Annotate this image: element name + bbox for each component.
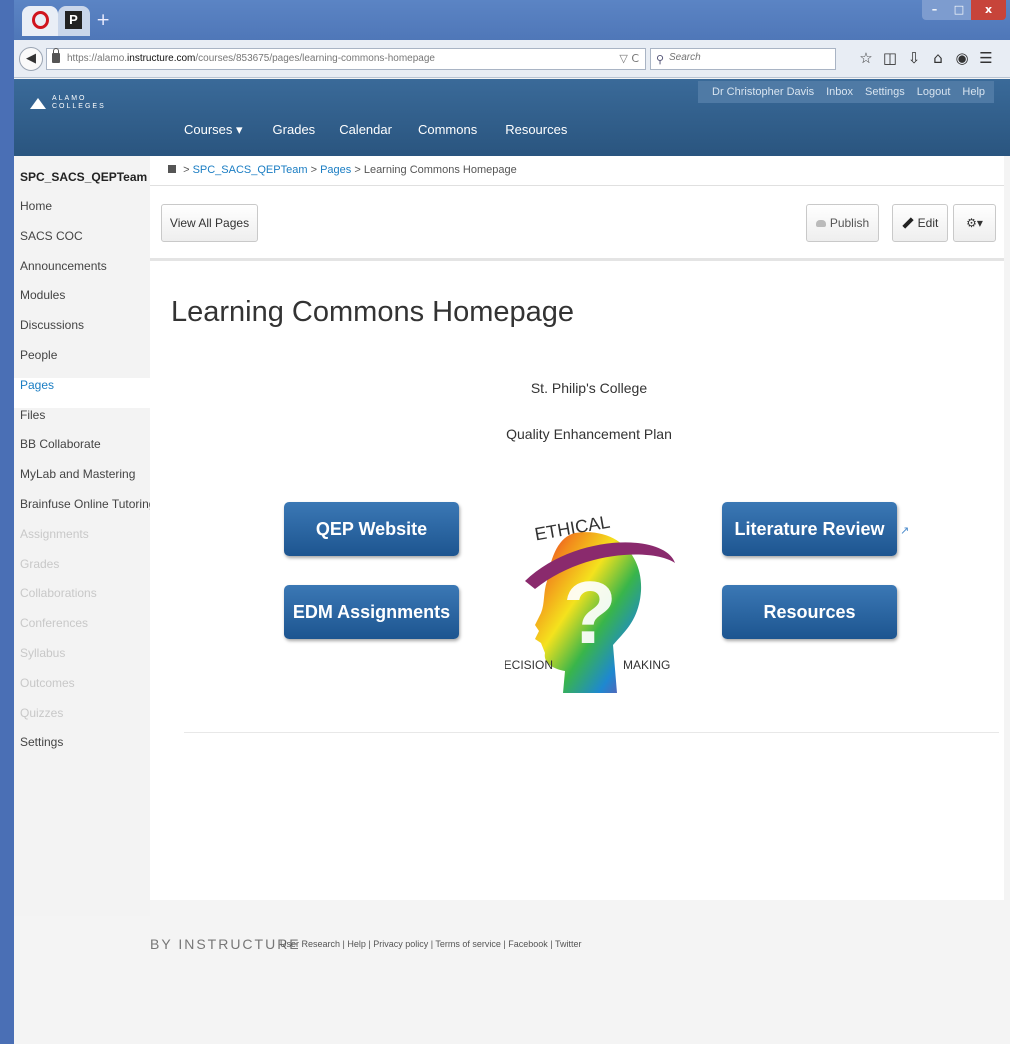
nav-courses[interactable]: Courses ▾: [184, 122, 243, 138]
sidebar-item-brainfuse-online-tutoring[interactable]: Brainfuse Online Tutoring: [14, 497, 150, 527]
footer: BY INSTRUCTURE User Research | Help | Pr…: [150, 936, 1000, 966]
sidebar-item-home[interactable]: Home: [14, 199, 150, 229]
back-arrow-icon[interactable]: ◀: [19, 47, 43, 71]
maximize-button[interactable]: □: [947, 0, 971, 20]
breadcrumb-current: Learning Commons Homepage: [363, 164, 517, 176]
nav-grades[interactable]: Grades: [273, 122, 316, 138]
menu-icon[interactable]: ☰: [974, 49, 998, 67]
sidebar-item-files[interactable]: Files: [14, 408, 150, 438]
sidebar-item-mylab-and-mastering[interactable]: MyLab and Mastering: [14, 467, 150, 497]
sidebar-item-bb-collaborate[interactable]: BB Collaborate: [14, 437, 150, 467]
nav-calendar[interactable]: Calendar: [339, 122, 392, 138]
sidebar-item-discussions[interactable]: Discussions: [14, 318, 150, 348]
sidebar-item-settings[interactable]: Settings: [14, 735, 150, 765]
publish-label: Publish: [829, 216, 870, 230]
edm-assignments-button[interactable]: EDM Assignments: [284, 585, 459, 639]
sidebar-item-sacs-coc[interactable]: SACS COC: [14, 229, 150, 259]
nav-commons[interactable]: Commons: [418, 122, 477, 138]
qep-website-button[interactable]: QEP Website: [284, 502, 459, 556]
page-title: Learning Commons Homepage: [171, 296, 574, 328]
sidebar-item-pages[interactable]: Pages: [14, 377, 150, 408]
user-name-link[interactable]: Dr Christopher Davis: [712, 86, 814, 98]
logout-link[interactable]: Logout: [917, 86, 951, 98]
logo-word-making: MAKING: [623, 658, 670, 672]
sidebar-item-modules[interactable]: Modules: [14, 288, 150, 318]
course-navigation: Home SACS COC Announcements Modules Discussi…: [14, 199, 150, 765]
lock-icon: [52, 48, 60, 63]
nav-resources[interactable]: Resources: [505, 122, 567, 138]
inbox-link[interactable]: Inbox: [826, 86, 853, 98]
minimize-button[interactable]: –: [922, 0, 947, 20]
content-divider: [184, 732, 999, 733]
sidebar-item-quizzes[interactable]: Quizzes: [14, 706, 150, 736]
clipboard-icon[interactable]: ◫: [878, 49, 902, 67]
footer-brand[interactable]: BY INSTRUCTURE: [150, 936, 301, 952]
address-bar[interactable]: https://alamo.instructure.com/courses/85…: [46, 48, 646, 70]
breadcrumb-separator: >: [183, 164, 190, 176]
reload-icon[interactable]: ▽ C: [619, 52, 639, 65]
settings-gear-button[interactable]: ⚙▾: [953, 204, 996, 242]
literature-review-button[interactable]: Literature Review: [722, 502, 897, 556]
external-link-icon[interactable]: ↗: [900, 524, 909, 537]
pencil-icon: [901, 217, 914, 229]
browser-window: P + – □ x ◀ https://alamo.instructure.co…: [14, 0, 1010, 1044]
browser-tab-pocket[interactable]: P: [58, 6, 90, 36]
sidebar-item-conferences[interactable]: Conferences: [14, 616, 150, 646]
canvas-header: ALAMO COLLEGES Dr Christopher Davis Inbo…: [14, 79, 1010, 156]
course-sidebar: SPC_SACS_QEPTeam Home SACS COC Announcemen…: [14, 156, 150, 916]
new-tab-button[interactable]: +: [96, 10, 110, 30]
footer-links[interactable]: User Research | Help | Privacy policy | …: [280, 939, 581, 949]
help-link[interactable]: Help: [962, 86, 985, 98]
star-icon[interactable]: ☆: [854, 49, 878, 67]
pocket-icon[interactable]: ◉: [950, 49, 974, 67]
sidebar-item-collaborations[interactable]: Collaborations: [14, 586, 150, 616]
url-text: https://alamo.instructure.com/courses/85…: [67, 53, 435, 64]
sidebar-item-people[interactable]: People: [14, 348, 150, 378]
user-navigation: Dr Christopher Davis Inbox Settings Logo…: [698, 81, 994, 103]
sidebar-item-syllabus[interactable]: Syllabus: [14, 646, 150, 676]
cloud-icon: [815, 220, 826, 227]
sidebar-item-grades[interactable]: Grades: [14, 557, 150, 587]
publish-button[interactable]: Publish: [806, 204, 879, 242]
logo-word-decision: DECISION: [505, 658, 553, 672]
ethical-decision-making-logo: ETHICAL ? DECISION MAKING: [505, 512, 675, 693]
question-mark: ?: [563, 563, 617, 662]
breadcrumb: > SPC_SACS_QEPTeam > Pages > Learning Co…: [150, 156, 1004, 186]
browser-tab-bar: P + – □ x: [14, 0, 1010, 40]
main-navigation: Courses ▾ Grades Calendar Commons Resour…: [184, 122, 567, 138]
gear-icon: ⚙▾: [966, 216, 983, 230]
alamo-colleges-logo[interactable]: ALAMO COLLEGES: [52, 95, 106, 111]
sidebar-item-assignments[interactable]: Assignments: [14, 527, 150, 557]
breadcrumb-separator: >: [310, 164, 317, 176]
p-logo-icon: P: [65, 11, 82, 29]
page-toolbar: View All Pages Publish Edit ⚙▾: [150, 187, 1004, 261]
search-box[interactable]: ⚲: [650, 48, 836, 70]
course-title[interactable]: SPC_SACS_QEPTeam: [20, 170, 147, 184]
browser-navigation-bar: ◀ https://alamo.instructure.com/courses/…: [14, 40, 1010, 78]
plan-name: Quality Enhancement Plan: [506, 426, 672, 442]
breadcrumb-pages[interactable]: Pages: [320, 164, 351, 176]
edit-label: Edit: [917, 216, 939, 230]
home-icon[interactable]: ⌂: [926, 49, 950, 67]
resources-button[interactable]: Resources: [722, 585, 897, 639]
settings-link[interactable]: Settings: [865, 86, 905, 98]
search-input[interactable]: [669, 52, 829, 63]
college-name: St. Philip's College: [530, 380, 648, 396]
download-icon[interactable]: ⇩: [902, 49, 926, 67]
home-icon[interactable]: [168, 165, 176, 173]
view-all-pages-button[interactable]: View All Pages: [161, 204, 258, 242]
opera-logo-icon: [32, 11, 49, 29]
edit-button[interactable]: Edit: [892, 204, 948, 242]
breadcrumb-course[interactable]: SPC_SACS_QEPTeam: [193, 164, 308, 176]
browser-toolbar-icons: ☆ ◫ ⇩ ⌂ ◉ ☰: [854, 49, 998, 67]
breadcrumb-separator: >: [354, 164, 361, 176]
sidebar-item-outcomes[interactable]: Outcomes: [14, 676, 150, 706]
browser-tab-opera[interactable]: [22, 6, 58, 36]
alamo-logo-icon[interactable]: [30, 98, 46, 109]
sidebar-item-announcements[interactable]: Announcements: [14, 259, 150, 289]
window-controls: – □ x: [922, 0, 1006, 20]
close-button[interactable]: x: [971, 0, 1006, 20]
search-icon: ⚲: [656, 53, 665, 66]
main-content: > SPC_SACS_QEPTeam > Pages > Learning Co…: [150, 156, 1004, 900]
